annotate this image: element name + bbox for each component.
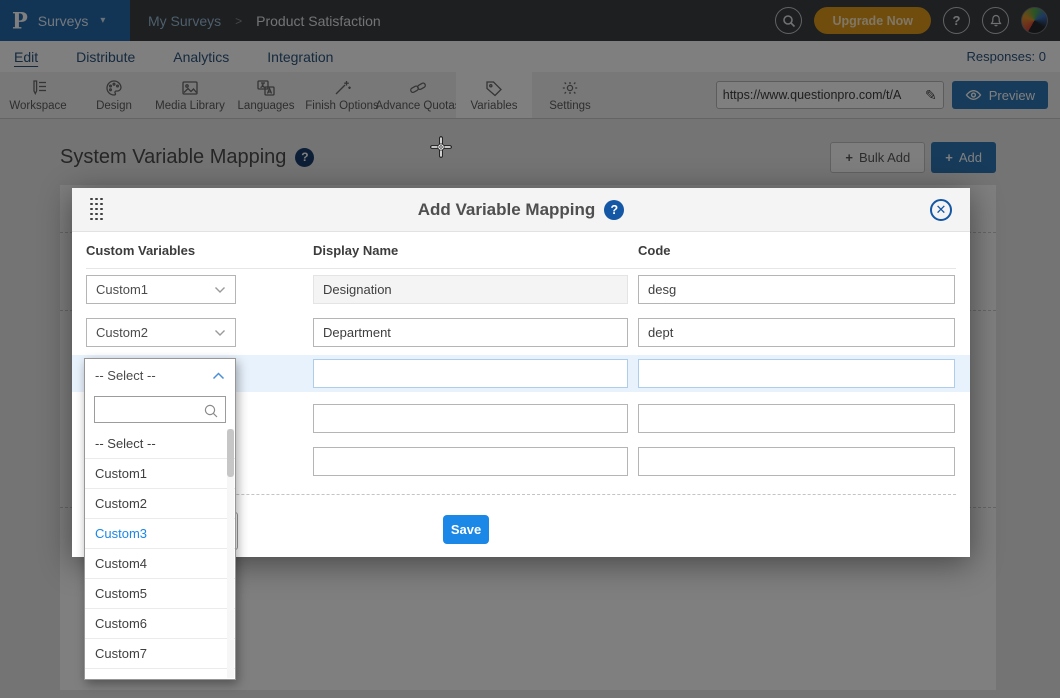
dropdown-option-custom7[interactable]: Custom7: [85, 639, 235, 669]
variable-select-row1[interactable]: Custom1: [86, 275, 236, 304]
column-header-display-name: Display Name: [313, 243, 628, 258]
dropdown-scrollbar-thumb[interactable]: [227, 429, 234, 477]
chevron-down-icon: [214, 329, 226, 337]
dropdown-option-custom4[interactable]: Custom4: [85, 549, 235, 579]
display-name-input-row4[interactable]: [313, 404, 628, 433]
column-header-divider: [86, 268, 956, 269]
variable-select-dropdown: -- Select -- -- Select -- Custom1 Custom…: [84, 358, 236, 680]
modal-header: Add Variable Mapping ? ✕: [72, 188, 970, 232]
variable-select-value: Custom2: [96, 325, 148, 340]
variable-select-value: Custom1: [96, 282, 148, 297]
display-name-input-row1[interactable]: [313, 275, 628, 304]
modal-help-icon[interactable]: ?: [604, 200, 624, 220]
display-name-input-row2[interactable]: [313, 318, 628, 347]
dropdown-selected-label: -- Select --: [95, 368, 156, 383]
code-input-row3[interactable]: [638, 359, 955, 388]
chevron-down-icon: [214, 286, 226, 294]
dropdown-options-list: -- Select -- Custom1 Custom2 Custom3 Cus…: [85, 429, 235, 679]
dropdown-option-custom1[interactable]: Custom1: [85, 459, 235, 489]
dropdown-option-custom3[interactable]: Custom3: [85, 519, 235, 549]
display-name-input-row3[interactable]: [313, 359, 628, 388]
code-input-row1[interactable]: [638, 275, 955, 304]
code-input-row2[interactable]: [638, 318, 955, 347]
column-header-custom-variables: Custom Variables: [86, 243, 236, 258]
dropdown-option-custom5[interactable]: Custom5: [85, 579, 235, 609]
dropdown-option-select[interactable]: -- Select --: [85, 429, 235, 459]
modal-title-wrap: Add Variable Mapping ?: [72, 188, 970, 232]
chevron-up-icon: [212, 372, 225, 380]
display-name-input-row5[interactable]: [313, 447, 628, 476]
close-icon[interactable]: ✕: [930, 199, 952, 221]
drag-handle[interactable]: [90, 198, 104, 222]
dropdown-selected-value[interactable]: -- Select --: [85, 359, 235, 393]
dropdown-option-custom2[interactable]: Custom2: [85, 489, 235, 519]
save-button[interactable]: Save: [443, 515, 489, 544]
search-icon: [203, 403, 219, 424]
dropdown-option-custom6[interactable]: Custom6: [85, 609, 235, 639]
variable-select-row2[interactable]: Custom2: [86, 318, 236, 347]
modal-title: Add Variable Mapping: [418, 200, 596, 220]
column-header-code: Code: [638, 243, 955, 258]
app-window: P Surveys ▾ My Surveys > Product Satisfa…: [0, 0, 1060, 698]
code-input-row5[interactable]: [638, 447, 955, 476]
code-input-row4[interactable]: [638, 404, 955, 433]
